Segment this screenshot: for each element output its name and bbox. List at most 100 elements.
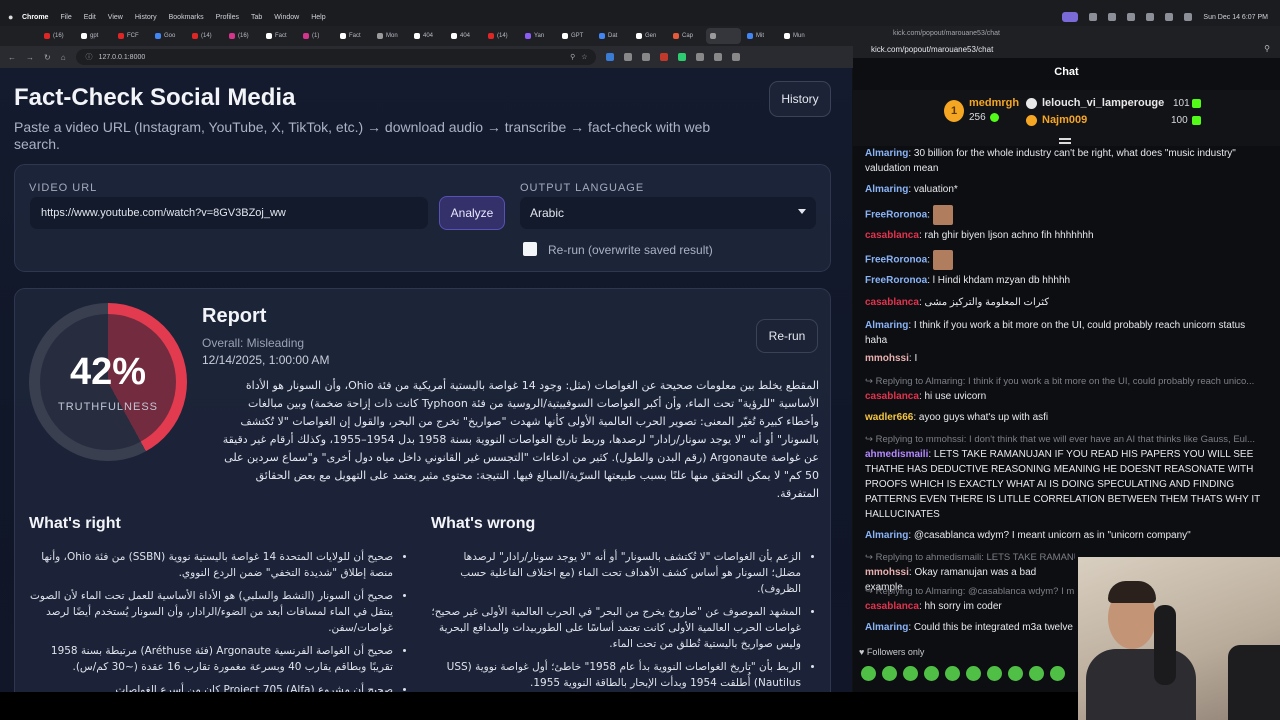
emote-button[interactable] [1008,666,1023,681]
output-language-select[interactable]: Arabic [520,197,816,229]
reply-context[interactable]: ↪ Replying to mmohssi: I don't think tha… [865,432,1265,447]
chat-url[interactable]: kick.com/popout/marouane53/chat [871,45,993,54]
menu-edit[interactable]: Edit [84,14,96,21]
reload-icon[interactable]: ↻ [44,53,51,62]
rerun-checkbox-label[interactable]: Re-run (overwrite saved result) [548,243,713,257]
leader-name-1[interactable]: medmrgh [969,97,1019,109]
forward-arrow-icon[interactable]: → [26,53,34,62]
extension-icon[interactable] [695,53,704,61]
browser-tab[interactable]: 404 [447,28,482,44]
search-icon[interactable] [1165,13,1174,21]
wifi-icon[interactable] [1146,13,1155,21]
chat-username[interactable]: FreeRoronoa [865,275,927,286]
browser-tab[interactable]: 404 [410,28,445,44]
browser-tab[interactable]: FCF [114,28,149,44]
browser-tab[interactable]: (14) [484,28,519,44]
browser-tab[interactable]: Fact [262,28,297,44]
home-icon[interactable]: ⌂ [61,53,66,62]
extensions-puzzle-icon[interactable] [713,53,722,61]
chat-username[interactable]: mmohssi [865,353,909,364]
back-arrow-icon[interactable]: ← [8,53,16,62]
extension-icon[interactable] [677,53,686,61]
control-center-icon[interactable] [1184,13,1193,21]
rerun-checkbox[interactable] [523,242,537,256]
chat-username[interactable]: casablanca [865,601,919,612]
browser-tab[interactable]: Mon [373,28,408,44]
browser-tab[interactable]: (14) [188,28,223,44]
apple-icon[interactable]: ● [8,12,22,22]
battery-icon[interactable] [1127,13,1136,21]
emote-button[interactable] [966,666,981,681]
chat-username[interactable]: mmohssi [865,567,909,578]
browser-tab[interactable]: gpt [77,28,112,44]
menu-tab[interactable]: Tab [251,14,262,21]
leader-name-3[interactable]: Najm009 [1042,114,1087,126]
chat-username[interactable]: casablanca [865,297,919,308]
menu-chrome[interactable]: Chrome [22,14,48,21]
emote-button[interactable] [903,666,918,681]
profile-icon[interactable] [731,53,740,61]
chat-username[interactable]: casablanca [865,230,919,241]
browser-tab[interactable]: Yan [521,28,556,44]
chat-username[interactable]: casablanca [865,391,919,402]
extension-icon[interactable] [659,53,668,61]
browser-tab[interactable]: Gen [632,28,667,44]
extension-icon[interactable] [623,53,632,61]
site-info-icon[interactable]: ⓘ [86,52,93,62]
browser-tab[interactable]: GPT [558,28,593,44]
menu-file[interactable]: File [60,14,71,21]
browser-tab[interactable]: (16) [40,28,75,44]
address-bar[interactable]: ⓘ 127.0.0.1:8000 ⚲ ☆ [75,49,596,65]
chat-username[interactable]: Almaring [865,530,908,541]
chat-username[interactable]: Almaring [865,148,908,159]
extension-icon[interactable] [605,53,614,61]
emote-button[interactable] [1029,666,1044,681]
app-status-icon[interactable] [1062,12,1079,22]
record-icon[interactable] [1108,13,1117,21]
browser-tab[interactable]: Dat [595,28,630,44]
extension-icon[interactable] [641,53,650,61]
leader-name-2[interactable]: lelouch_vi_lamperouge [1042,97,1164,109]
menu-history[interactable]: History [135,14,157,21]
reply-context[interactable]: ↪ Replying to Almaring: I think if you w… [865,374,1265,389]
chat-username[interactable]: FreeRoronoa [865,255,927,266]
emote-button[interactable] [924,666,939,681]
expand-handle-icon[interactable] [1059,138,1071,144]
history-button[interactable]: History [769,81,831,117]
emote-button[interactable] [1050,666,1065,681]
browser-tab[interactable]: Cap [669,28,704,44]
analyze-button[interactable]: Analyze [439,196,505,230]
menu-view[interactable]: View [108,14,123,21]
zoom-icon[interactable]: ⚲ [1264,44,1270,53]
emote-button[interactable] [861,666,876,681]
emote-button[interactable] [945,666,960,681]
video-url-input[interactable]: https://www.youtube.com/watch?v=8GV3BZoj… [30,197,428,229]
menu-bookmarks[interactable]: Bookmarks [169,14,204,21]
browser-tab[interactable]: (1) [299,28,334,44]
zoom-icon[interactable]: ⚲ [570,53,575,61]
chat-username[interactable]: Almaring [865,184,908,195]
emote-button[interactable] [882,666,897,681]
menu-help[interactable]: Help [311,14,325,21]
rerun-button[interactable]: Re-run [756,319,818,353]
chat-username[interactable]: FreeRoronoa [865,210,927,221]
browser-tab[interactable]: Goo [151,28,186,44]
chat-username[interactable]: ahmedismaili [865,449,928,460]
browser-tab[interactable]: Mit [743,28,778,44]
chat-username[interactable]: Almaring [865,320,908,331]
clock[interactable]: Sun Dec 14 6:07 PM [1203,14,1268,21]
browser-tab[interactable]: (16) [225,28,260,44]
menu-profiles[interactable]: Profiles [216,14,239,21]
browser-tab[interactable]: Mun [780,28,815,44]
emote-button[interactable] [987,666,1002,681]
stop-icon[interactable] [1089,13,1098,21]
browser-tab[interactable] [706,28,741,44]
reply-context[interactable]: ↪ Replying to Almaring: @casablanca wdym… [865,584,1075,599]
bookmark-star-icon[interactable]: ☆ [581,53,587,61]
reply-context[interactable]: ↪ Replying to ahmedismaili: LETS TAKE RA… [865,550,1075,565]
chat-username[interactable]: wadler666 [865,412,913,423]
kicks-icon [990,113,999,122]
chat-username[interactable]: Almaring [865,622,908,633]
menu-window[interactable]: Window [274,14,299,21]
browser-tab[interactable]: Fact [336,28,371,44]
